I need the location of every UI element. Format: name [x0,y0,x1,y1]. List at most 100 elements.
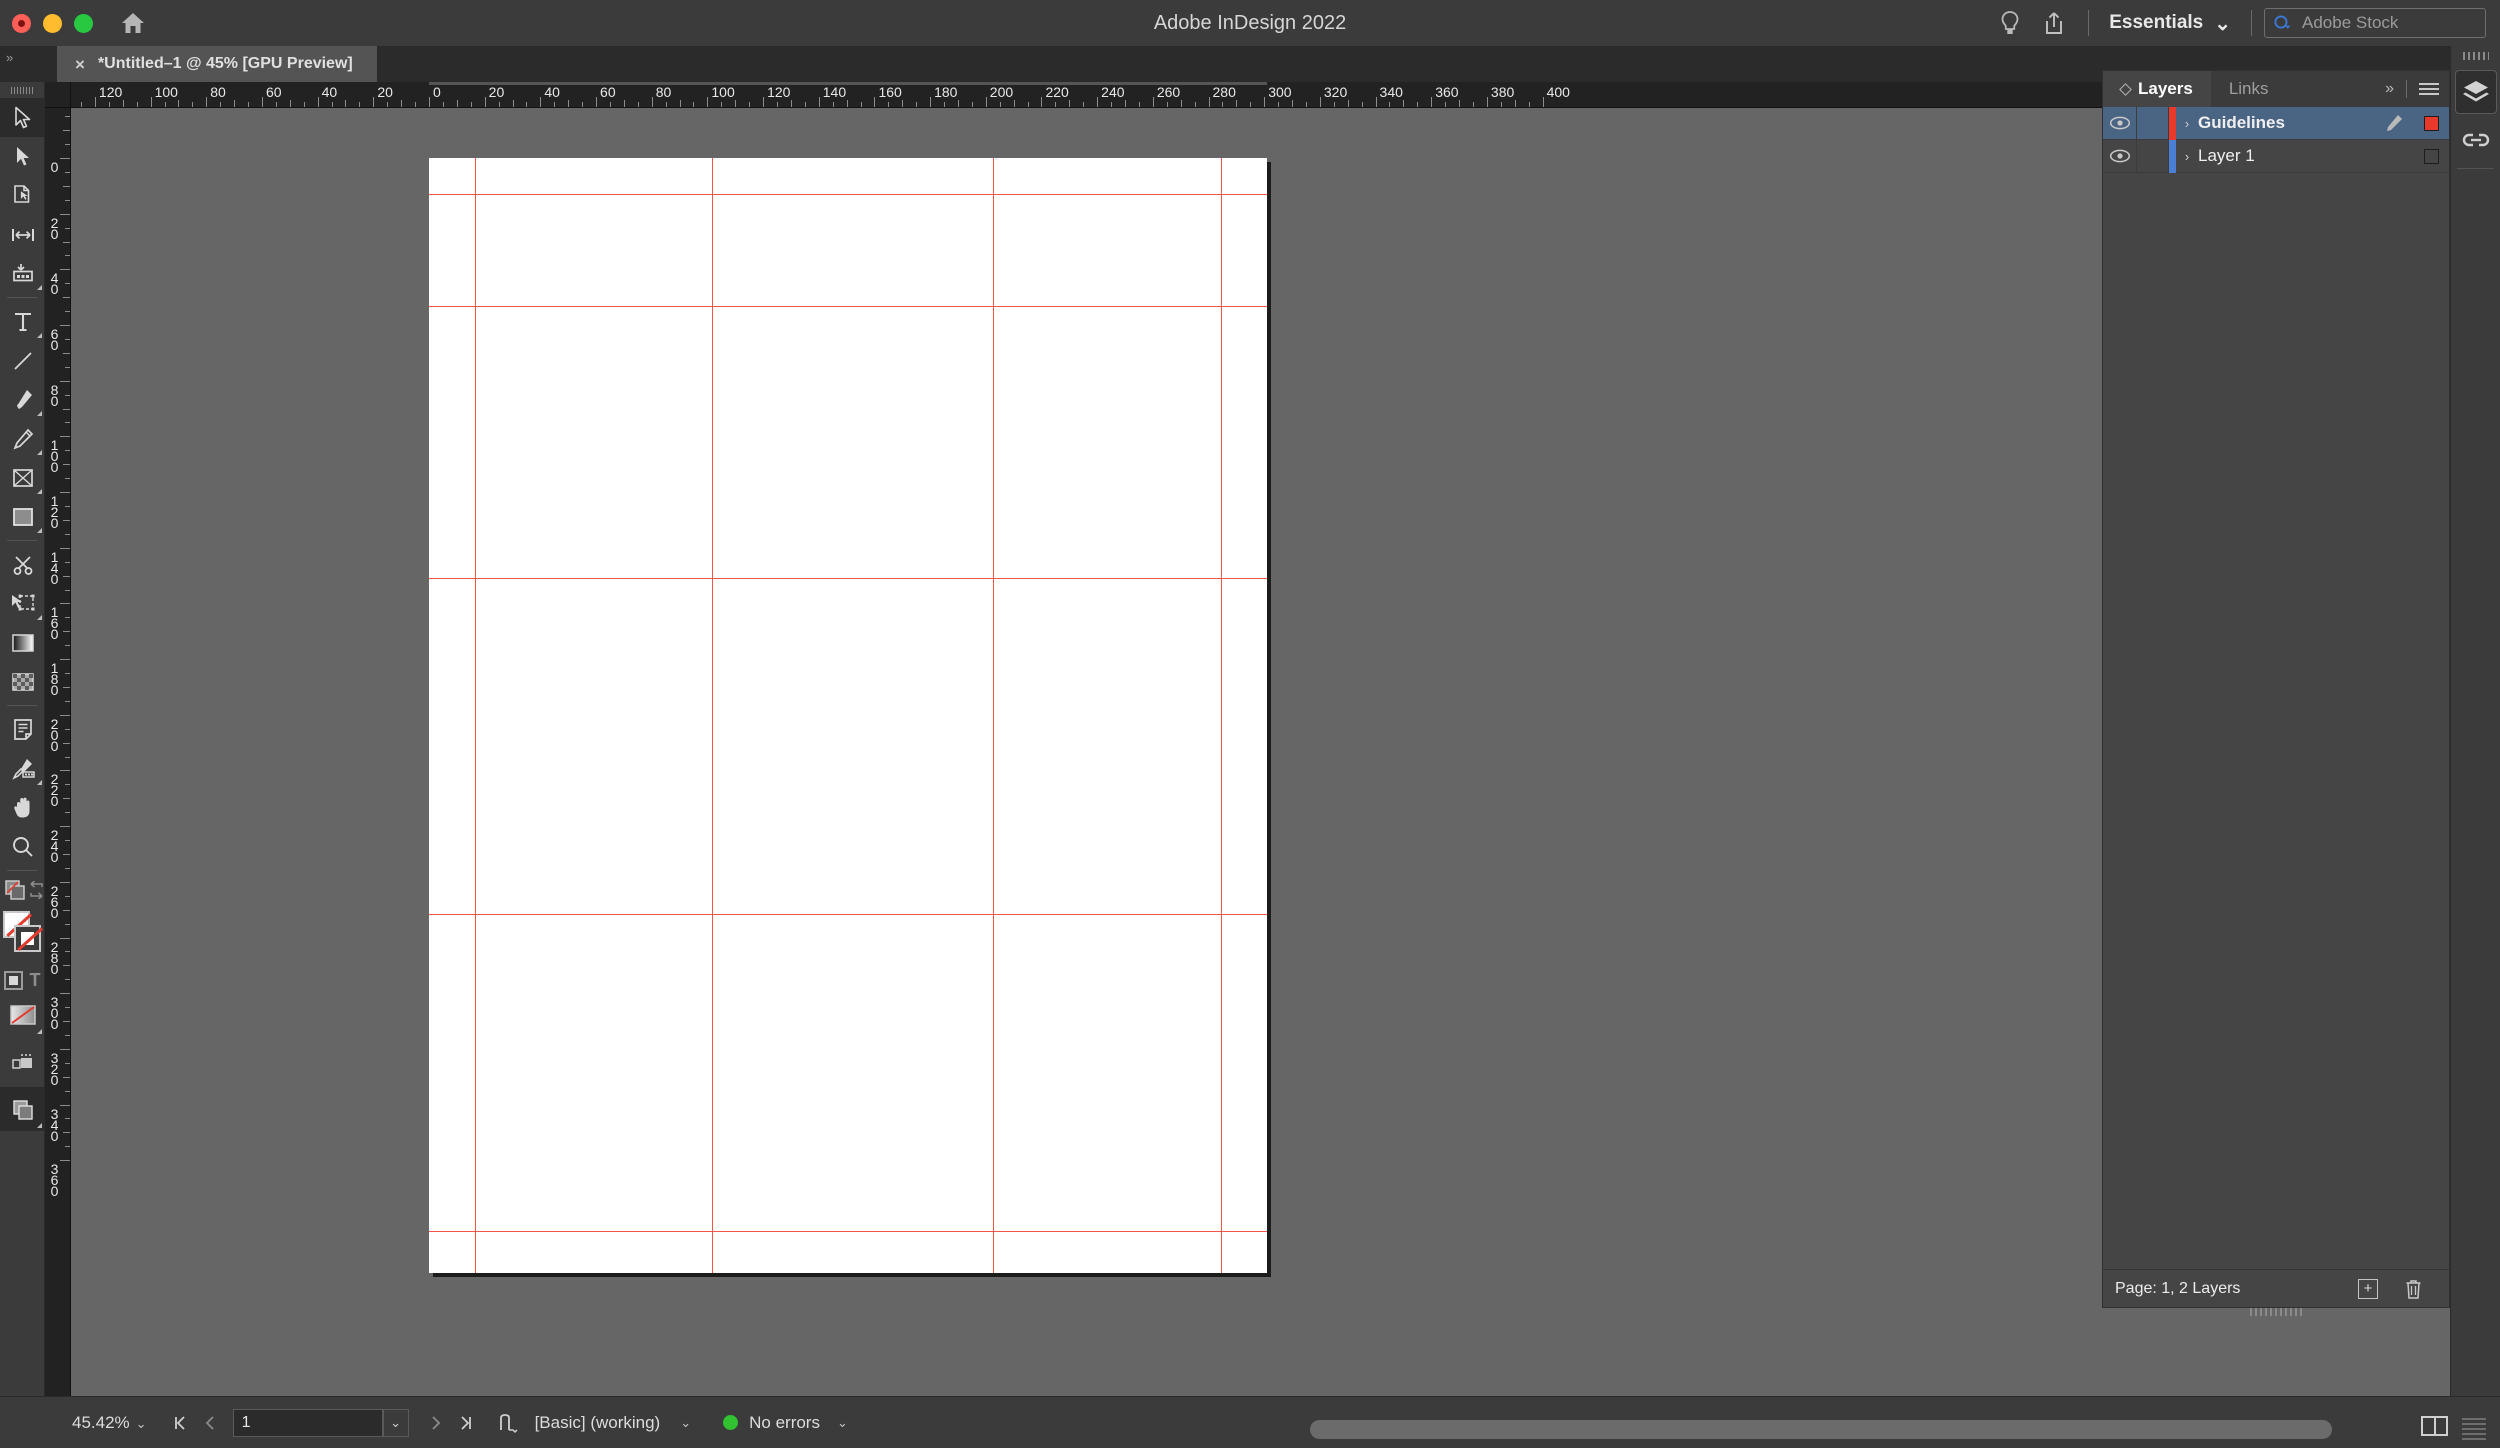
preflight-status[interactable]: No errors ⌄ [723,1413,848,1433]
ruler-tick [60,492,70,494]
table-row[interactable]: › Guidelines [2103,106,2449,140]
page-dropdown-icon[interactable]: ⌄ [382,1408,409,1437]
table-row[interactable]: › Layer 1 [2103,139,2449,173]
lock-toggle[interactable] [2136,139,2169,173]
horizontal-guide[interactable] [429,1231,1267,1232]
stroke-swatch[interactable] [14,925,43,952]
eyedropper-tool[interactable] [0,749,45,788]
layer-name[interactable]: Guidelines [2198,113,2375,133]
chevron-down-icon[interactable]: ⌄ [837,1415,848,1431]
last-page-icon[interactable] [451,1408,481,1438]
scissors-tool[interactable] [0,545,45,584]
panel-resize-handle[interactable] [2250,1308,2302,1316]
document-tab[interactable]: × *Untitled–1 @ 45% [GPU Preview] [57,46,377,82]
lock-toggle[interactable] [2136,106,2169,140]
selection-tool[interactable] [0,98,45,137]
tab-links[interactable]: Links [2211,71,2287,107]
pencil-tool[interactable] [0,419,45,458]
preflight-label: No errors [749,1412,820,1432]
workspace-switcher[interactable]: Essentials ⌄ [2101,6,2239,41]
gap-tool[interactable] [0,215,45,254]
screen-mode-icon[interactable] [0,1087,45,1131]
share-icon[interactable] [2032,1,2076,45]
horizontal-guide[interactable] [429,914,1267,915]
new-layer-icon[interactable]: + [2358,1278,2378,1299]
prev-page-icon[interactable] [195,1408,225,1438]
chevron-down-icon[interactable]: ⌄ [136,1416,147,1432]
next-page-icon[interactable] [421,1408,451,1438]
vertical-guide[interactable] [712,158,713,1273]
gradient-swatch-tool[interactable] [0,623,45,662]
vertical-ruler[interactable]: 0 20 40 60 80 100 120 140 160 180 200 220 240 260 280 3… [45,108,71,1396]
lightbulb-icon[interactable] [1988,1,2032,45]
window-controls [0,13,93,33]
dock-drag-handle[interactable] [2451,46,2500,66]
horizontal-scrollbar[interactable] [1310,1418,2420,1440]
minimize-window-button[interactable] [43,13,62,33]
page-fit-icon[interactable] [2421,1416,2448,1436]
adobe-stock-input[interactable]: Adobe Stock [2302,13,2398,33]
apply-gradient-icon[interactable] [0,993,45,1037]
vertical-guide[interactable] [993,158,994,1273]
vertical-guide[interactable] [1221,158,1222,1273]
resize-grip[interactable] [2462,1416,2486,1440]
apply-color-swatch-icon[interactable] [4,879,28,901]
hand-tool[interactable] [0,788,45,827]
pen-tool[interactable] [0,380,45,419]
direct-selection-tool[interactable] [0,137,45,176]
swap-fill-stroke-icon[interactable] [28,881,46,899]
toolbar-drag-handle[interactable] [0,82,44,98]
target-layer-indicator[interactable] [2413,115,2449,131]
ruler-tick [1292,100,1294,107]
vertical-guide[interactable] [475,158,476,1273]
expand-layer-icon[interactable]: › [2176,149,2198,164]
trash-icon[interactable] [2404,1278,2423,1300]
horizontal-guide[interactable] [429,194,1267,195]
ruler-tick [178,100,180,107]
ruler-tick [63,185,70,187]
close-window-button[interactable] [12,13,31,33]
horizontal-guide[interactable] [429,306,1267,307]
page-tool[interactable] [0,176,45,215]
content-collector-tool[interactable] [0,254,45,293]
layer-name[interactable]: Layer 1 [2198,146,2375,166]
zoom-level-control[interactable]: 45.42% ⌄ [72,1413,147,1433]
free-transform-tool[interactable] [0,584,45,623]
normal-view-mode-icon[interactable] [0,1037,45,1087]
toolbar-collapse-icon[interactable]: » [6,50,13,65]
document-page[interactable] [429,158,1267,1273]
tab-layers[interactable]: Layers [2103,71,2211,107]
page-number-input[interactable]: 1 [232,1408,383,1437]
home-icon[interactable] [120,10,146,36]
layers-panel[interactable]: Layers Links » › Guidelines › Layer 1 Pa… [2102,70,2450,1316]
layers-dock-icon[interactable] [2455,70,2497,114]
chevron-down-icon[interactable]: ⌄ [680,1415,691,1431]
formatting-affects-container-icon[interactable] [3,970,23,990]
fill-stroke-controls[interactable] [0,909,45,967]
eye-icon[interactable] [2103,116,2136,130]
rectangle-tool[interactable] [0,497,45,536]
links-dock-icon[interactable] [2451,118,2500,162]
note-tool[interactable] [0,710,45,749]
adobe-stock-search[interactable]: Adobe Stock [2264,8,2486,38]
type-tool[interactable] [0,302,45,341]
ruler-tick [289,100,291,107]
eye-icon[interactable] [2103,149,2136,163]
horizontal-guide[interactable] [429,578,1267,579]
zoom-tool[interactable] [0,827,45,866]
master-page-control[interactable]: [Basic] (working) ⌄ [497,1412,691,1434]
expand-layer-icon[interactable]: › [2176,116,2198,131]
target-layer-indicator[interactable] [2413,148,2449,164]
ruler-origin-control[interactable] [45,82,71,108]
panel-collapse-icon[interactable]: » [2385,80,2394,98]
scrollbar-thumb[interactable] [1310,1420,2332,1439]
frame-tool[interactable] [0,458,45,497]
panel-menu-icon[interactable] [2419,80,2439,98]
gradient-feather-tool[interactable] [0,662,45,701]
formatting-affects-text-icon[interactable]: T [30,970,41,991]
first-page-icon[interactable] [165,1408,195,1438]
line-tool[interactable] [0,341,45,380]
maximize-window-button[interactable] [74,13,93,33]
ruler-tick [65,867,70,869]
close-icon[interactable]: × [75,56,85,73]
